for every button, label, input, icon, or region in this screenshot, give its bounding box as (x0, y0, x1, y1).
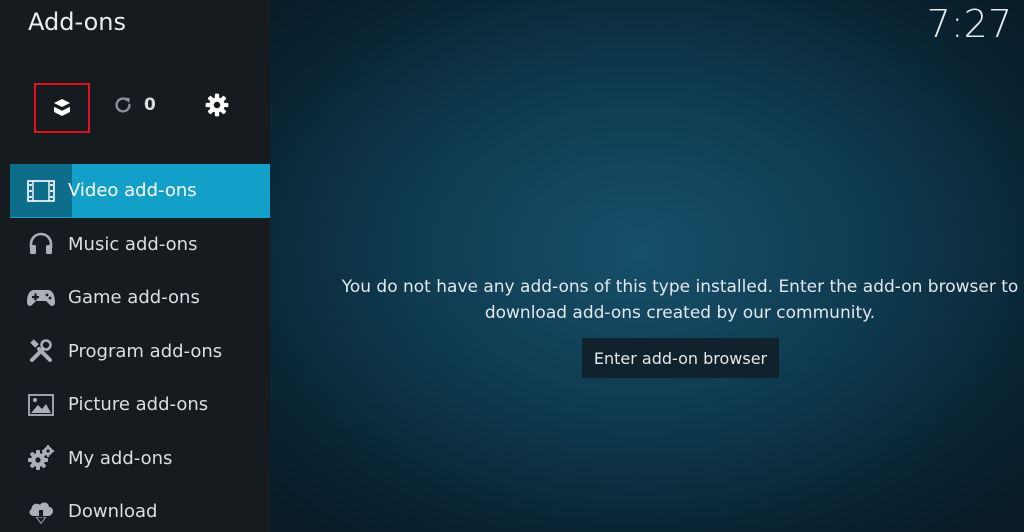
page-title: Add-ons (28, 8, 126, 36)
sidebar-item-label: Program add-ons (68, 340, 223, 362)
addon-browser-button[interactable] (34, 83, 90, 133)
gear-icon (205, 93, 229, 117)
tools-icon (30, 339, 52, 363)
sidebar-item-video-addons[interactable]: Video add-ons (10, 164, 270, 218)
picture-icon (28, 393, 54, 416)
film-icon (27, 179, 55, 202)
update-button[interactable]: 0 (112, 90, 172, 120)
sidebar-item-label: My add-ons (68, 447, 173, 469)
empty-state-line-1: You do not have any add-ons of this type… (341, 277, 1019, 297)
enter-addon-browser-button[interactable]: Enter add-on browser (582, 338, 779, 378)
kodi-addons-screen: Add-ons 0 Video add-ons Music add-ons Ga… (0, 0, 1024, 532)
update-count: 0 (144, 95, 156, 115)
sidebar-item-label: Picture add-ons (68, 394, 209, 416)
empty-state-message: You do not have any add-ons of this type… (300, 274, 1024, 326)
sidebar-item-game-addons[interactable]: Game add-ons (0, 271, 270, 325)
refresh-icon (115, 97, 131, 113)
sidebar-item-label: Download (68, 501, 158, 523)
clock: 7:27 (926, 2, 1012, 46)
sidebar-item-download[interactable]: Download (0, 485, 270, 532)
addon-category-menu: Video add-ons Music add-ons Game add-ons… (0, 164, 270, 532)
sidebar-toolbar: 0 (0, 80, 270, 136)
sidebar-item-music-addons[interactable]: Music add-ons (0, 218, 270, 272)
gears-icon (28, 445, 54, 471)
gamepad-icon (27, 289, 55, 306)
sidebar-item-picture-addons[interactable]: Picture add-ons (0, 378, 270, 432)
headphones-icon (29, 232, 53, 255)
sidebar-item-label: Video add-ons (68, 180, 197, 202)
cloud-download-icon (29, 502, 53, 524)
settings-button[interactable] (202, 90, 232, 120)
sidebar: Add-ons 0 Video add-ons Music add-ons Ga… (0, 0, 270, 532)
sidebar-item-label: Game add-ons (68, 287, 200, 309)
sidebar-item-program-addons[interactable]: Program add-ons (0, 325, 270, 379)
sidebar-item-my-addons[interactable]: My add-ons (0, 432, 270, 486)
sidebar-item-label: Music add-ons (68, 233, 198, 255)
empty-state-line-2: download add-ons created by our communit… (484, 303, 876, 323)
open-box-icon (53, 99, 71, 116)
